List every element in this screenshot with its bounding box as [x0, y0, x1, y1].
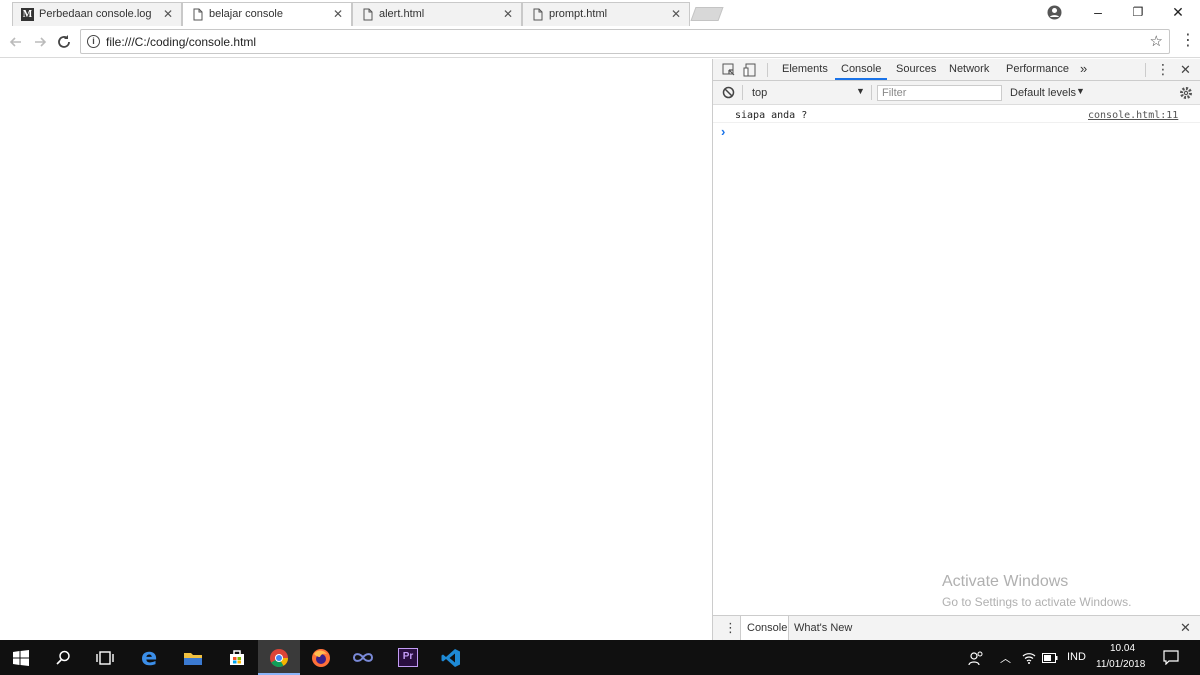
search-button[interactable]: [42, 640, 84, 675]
chrome-icon: [270, 649, 288, 668]
close-window-button[interactable]: ✕: [1158, 0, 1198, 24]
address-bar[interactable]: i file:///C:/coding/console.html ☆: [80, 29, 1170, 54]
task-view-icon: [96, 651, 114, 665]
firefox-icon: [312, 649, 330, 667]
context-selector[interactable]: top: [752, 87, 767, 99]
taskbar-store[interactable]: [216, 640, 258, 675]
page-icon: [363, 8, 373, 21]
console-message-text: siapa anda ?: [735, 110, 808, 121]
wifi-icon[interactable]: [1022, 652, 1036, 664]
taskbar-firefox[interactable]: [300, 640, 342, 675]
tab-perbedaan[interactable]: M Perbedaan console.log, p ✕: [12, 2, 182, 26]
divider: [767, 63, 768, 77]
premiere-icon: Pr: [398, 648, 418, 667]
page-content: [0, 59, 712, 640]
edge-icon: e: [141, 643, 158, 671]
forward-icon[interactable]: [30, 32, 50, 52]
minimize-button[interactable]: –: [1078, 0, 1118, 24]
tab-belajar-console[interactable]: belajar console ✕: [182, 2, 352, 26]
chevron-down-icon[interactable]: ▼: [856, 86, 865, 96]
taskbar-edge[interactable]: e: [128, 640, 170, 675]
log-levels-dropdown[interactable]: Default levels: [1010, 87, 1076, 99]
tab-performance[interactable]: Performance: [1006, 63, 1069, 75]
restore-button[interactable]: ❐: [1118, 0, 1158, 24]
reload-icon[interactable]: [54, 32, 74, 52]
back-icon[interactable]: [6, 32, 26, 52]
star-icon[interactable]: ☆: [1150, 32, 1163, 50]
windows-logo-icon: [13, 650, 29, 666]
close-icon[interactable]: ✕: [163, 7, 173, 21]
drawer-tab-whats-new[interactable]: What's New: [794, 622, 852, 634]
close-icon[interactable]: ✕: [671, 7, 681, 21]
close-icon[interactable]: ✕: [333, 7, 343, 21]
activate-windows-subtitle: Go to Settings to activate Windows.: [942, 595, 1132, 609]
tab-sources[interactable]: Sources: [896, 63, 936, 75]
console-prompt[interactable]: ›: [721, 124, 725, 139]
url-text: file:///C:/coding/console.html: [106, 35, 257, 49]
taskbar-vscode[interactable]: [430, 640, 472, 675]
clear-console-icon[interactable]: [722, 86, 735, 99]
chevron-down-icon[interactable]: ▼: [1076, 86, 1085, 96]
info-icon[interactable]: i: [87, 35, 100, 48]
console-toolbar: top ▼ Filter Default levels ▼: [713, 81, 1200, 105]
taskbar-infinity[interactable]: [342, 640, 384, 675]
start-button[interactable]: [0, 640, 42, 675]
inspect-icon[interactable]: [722, 63, 736, 77]
tab-title: Perbedaan console.log, p: [39, 8, 151, 20]
tab-strip: M Perbedaan console.log, p ✕ belajar con…: [0, 0, 1200, 26]
tab-alert[interactable]: alert.html ✕: [352, 2, 522, 26]
drawer-menu-icon[interactable]: ⋮: [724, 620, 737, 636]
browser-toolbar: i file:///C:/coding/console.html ☆ ⋮: [0, 26, 1200, 58]
close-drawer-icon[interactable]: ✕: [1180, 620, 1191, 636]
page-icon: [193, 8, 203, 21]
tab-title: prompt.html: [549, 8, 608, 20]
taskbar-premiere[interactable]: Pr: [386, 640, 428, 675]
more-tabs-icon[interactable]: »: [1080, 61, 1087, 76]
divider: [742, 85, 743, 100]
tab-title: alert.html: [379, 8, 425, 20]
medium-logo-icon: M: [21, 8, 34, 21]
tab-title: belajar console: [209, 8, 283, 20]
taskbar-chrome[interactable]: [258, 640, 300, 675]
notifications-icon[interactable]: [1163, 650, 1179, 665]
folder-icon: [184, 653, 202, 665]
active-tab-indicator: [835, 78, 887, 80]
devtools-tabbar: Elements Console Sources Network Perform…: [713, 59, 1200, 81]
close-devtools-icon[interactable]: ✕: [1180, 62, 1191, 78]
taskbar-file-explorer[interactable]: [172, 640, 214, 675]
drawer-tab-console[interactable]: Console: [747, 622, 787, 634]
tab-elements[interactable]: Elements: [782, 63, 828, 75]
filter-input[interactable]: Filter: [877, 85, 1002, 101]
language-indicator[interactable]: IND: [1067, 651, 1086, 663]
menu-icon[interactable]: ⋮: [1180, 31, 1196, 51]
gear-icon[interactable]: [1179, 86, 1193, 100]
page-icon: [533, 8, 543, 21]
device-toolbar-icon[interactable]: [743, 63, 757, 77]
divider: [1145, 63, 1146, 77]
devtools-drawer: ⋮ Console What's New ✕: [713, 615, 1200, 641]
close-icon[interactable]: ✕: [503, 7, 513, 21]
people-icon[interactable]: [968, 650, 984, 666]
tab-console[interactable]: Console: [841, 63, 881, 75]
devtools-panel: Elements Console Sources Network Perform…: [712, 59, 1200, 641]
tab-prompt[interactable]: prompt.html ✕: [522, 2, 690, 26]
console-message: siapa anda ? console.html:11: [713, 105, 1200, 123]
task-view-button[interactable]: [84, 640, 126, 675]
taskbar: e Pr ︿ IND 10.04 11/01/2018: [0, 640, 1200, 675]
search-icon: [56, 650, 70, 665]
store-icon: [230, 650, 244, 665]
devtools-menu-icon[interactable]: ⋮: [1156, 61, 1170, 78]
clock-time[interactable]: 10.04: [1110, 643, 1135, 654]
vscode-icon: [441, 649, 460, 667]
battery-icon[interactable]: [1042, 653, 1058, 663]
divider: [871, 85, 872, 100]
tab-network[interactable]: Network: [949, 63, 989, 75]
chevron-up-icon[interactable]: ︿: [1000, 650, 1011, 666]
infinity-icon: [352, 653, 374, 662]
new-tab-button[interactable]: [690, 7, 724, 21]
console-message-source[interactable]: console.html:11: [1088, 110, 1178, 121]
clock-date[interactable]: 11/01/2018: [1096, 659, 1145, 670]
activate-windows-title: Activate Windows: [942, 573, 1069, 590]
profile-icon[interactable]: [1047, 5, 1062, 20]
